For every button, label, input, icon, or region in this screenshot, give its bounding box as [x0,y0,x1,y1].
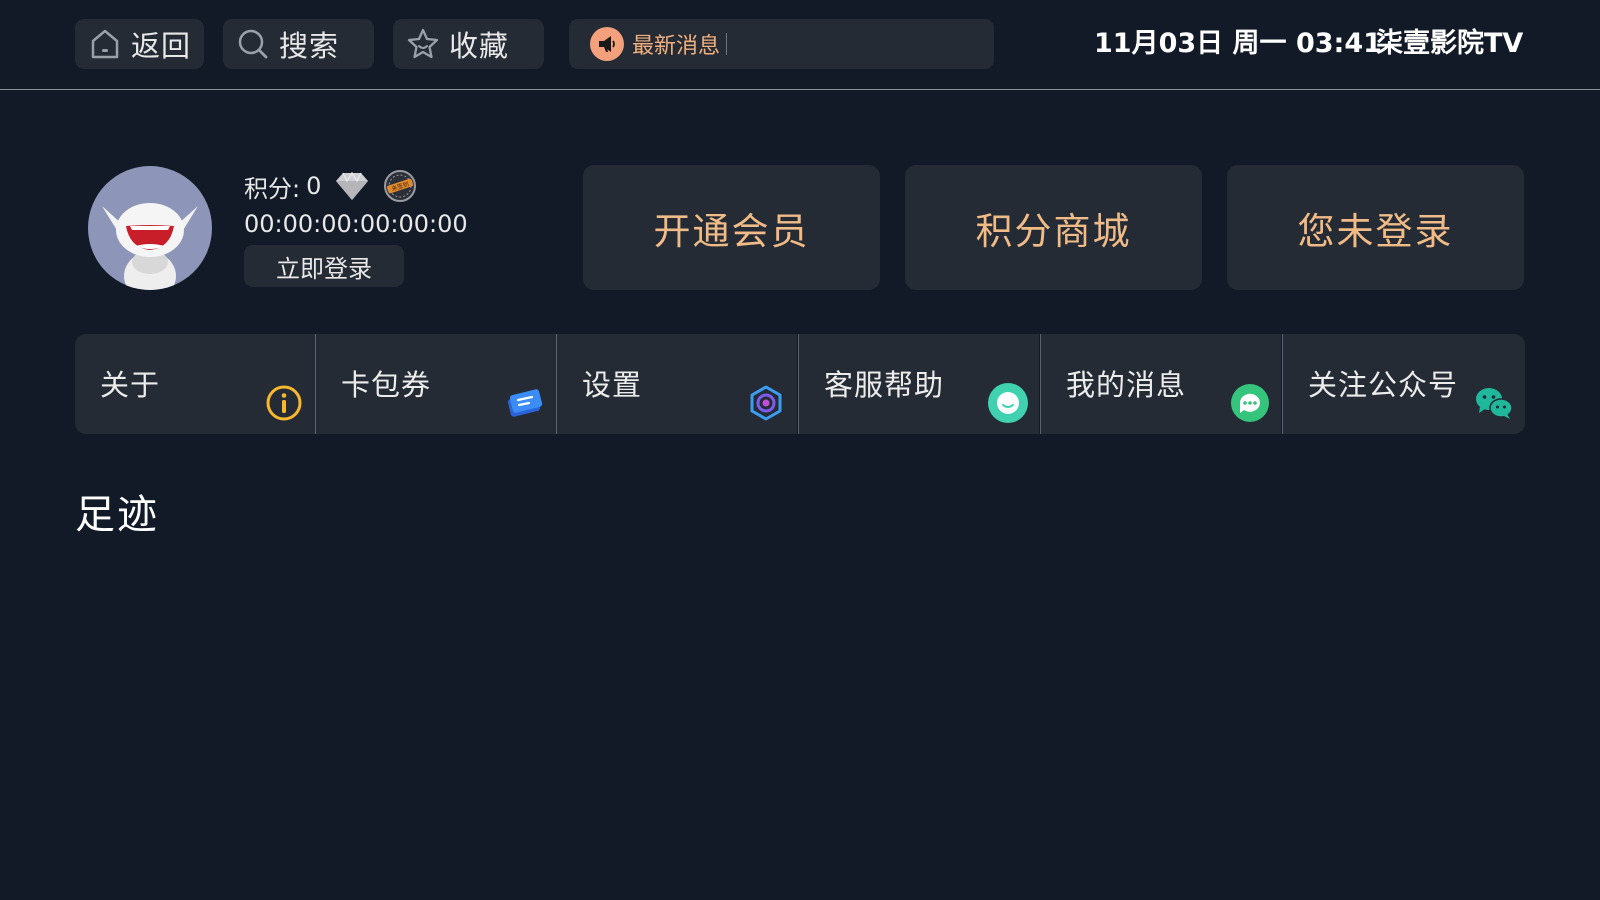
info-icon [263,382,305,424]
text-cursor [726,33,728,55]
news-label: 最新消息 [632,34,721,59]
message-icon [1229,382,1271,424]
points-row: 积分: 0 未签到 [244,168,417,204]
megaphone-icon [590,27,624,61]
device-mac-address: 00:00:00:00:00:00 [244,210,468,238]
diamond-icon [336,171,369,200]
menu-item-support[interactable]: 客服帮助 [799,334,1039,434]
datetime: 11月03日 周一 03:41 [1094,28,1382,59]
menu-item-about[interactable]: 关于 [75,334,315,434]
favorites-button[interactable]: 收藏 [393,19,544,69]
points-label: 积分: [244,174,301,203]
menu-item-label: 客服帮助 [824,368,945,402]
back-button[interactable]: 返回 [75,19,204,69]
search-label: 搜索 [279,29,340,63]
login-now-button[interactable]: 立即登录 [244,245,404,287]
menu-item-wechat-official[interactable]: 关注公众号 [1283,334,1525,434]
open-vip-button[interactable]: 开通会员 [583,165,880,290]
login-status-button[interactable]: 您未登录 [1227,165,1524,290]
menu-item-label: 关于 [100,368,161,402]
wechat-icon [1473,382,1515,424]
app-brand: 柒壹影院TV [1376,28,1524,59]
gear-icon [745,382,787,424]
points-value: 0 [306,172,322,200]
footprints-title: 足迹 [75,492,159,538]
search-icon [238,29,268,59]
news-ticker[interactable]: 最新消息 [569,19,994,69]
points-mall-button[interactable]: 积分商城 [905,165,1202,290]
menu-item-label: 关注公众号 [1308,368,1459,402]
mascot-avatar-icon [102,203,198,290]
menu-item-messages[interactable]: 我的消息 [1041,334,1281,434]
menu-item-label: 我的消息 [1066,368,1187,402]
avatar[interactable] [88,166,212,290]
menu-item-label: 卡包券 [341,368,432,402]
menu-item-settings[interactable]: 设置 [557,334,797,434]
favorites-label: 收藏 [449,29,510,63]
menu-item-label: 设置 [582,368,643,402]
profile-page: 返回 搜索 收藏 最新消息 11月03日 周一 03:41 柒壹影院TV 积分:… [0,0,1600,900]
support-chat-icon [987,382,1029,424]
home-icon [91,29,119,59]
star-icon [407,28,439,59]
ticket-icon [504,382,546,424]
stamp-icon: 未签到 [384,170,417,202]
menu-item-cards[interactable]: 卡包券 [316,334,556,434]
top-bar: 返回 搜索 收藏 最新消息 11月03日 周一 03:41 柒壹影院TV [0,0,1600,90]
back-label: 返回 [131,29,192,63]
search-button[interactable]: 搜索 [223,19,374,69]
